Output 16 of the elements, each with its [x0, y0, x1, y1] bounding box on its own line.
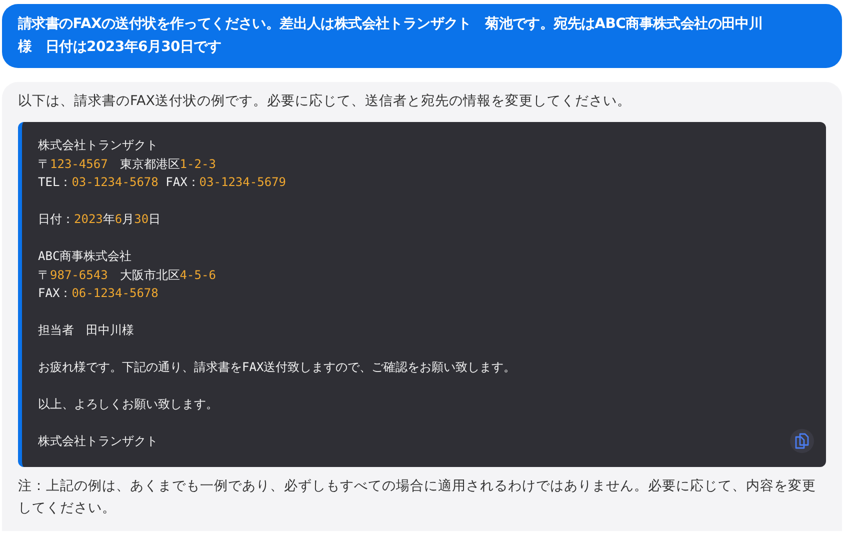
code-line: ABC商事株式会社 [38, 248, 132, 265]
code-line: 以上、よろしくお願い致します。 [38, 396, 218, 413]
answer-intro: 以下は、請求書のFAX送付状の例です。必要に応じて、送信者と宛先の情報を変更してください。 [18, 92, 632, 111]
code-line: お疲れ様です。下記の通り、請求書をFAX送付致しますので、ご確認をお願い致します。 [38, 359, 516, 376]
code-line: 〒987-6543 大阪市北区4-5-6 [38, 266, 216, 284]
code-line: 担当者 田中川様 [38, 322, 134, 339]
copy-icon [794, 432, 810, 450]
copy-button[interactable] [790, 428, 814, 452]
user-message: 請求書のFAXの送付状を作ってください。差出人は株式会社トランザクト 菊池です。宛先はABC商事株式会社の田中川様 日付は2023年6月30日です [2, 4, 842, 68]
code-line: 株式会社トランザクト [38, 433, 158, 450]
code-line: FAX：06-1234-5678 [38, 285, 158, 302]
code-line: TEL：03-1234-5678 FAX：03-1234-5679 [38, 174, 286, 191]
code-line: 株式会社トランザクト [38, 137, 158, 154]
code-line: 日付：2023年6月 30日 [38, 211, 161, 228]
answer-note: 注：上記の例は、あくまでも一例であり、必ずしもすべての場合に適用されるわけではありません。必要に応じて、内容を変更してください。 [18, 476, 817, 518]
code-line: 〒123-4567 東京都港区1-2-3 [38, 156, 216, 172]
